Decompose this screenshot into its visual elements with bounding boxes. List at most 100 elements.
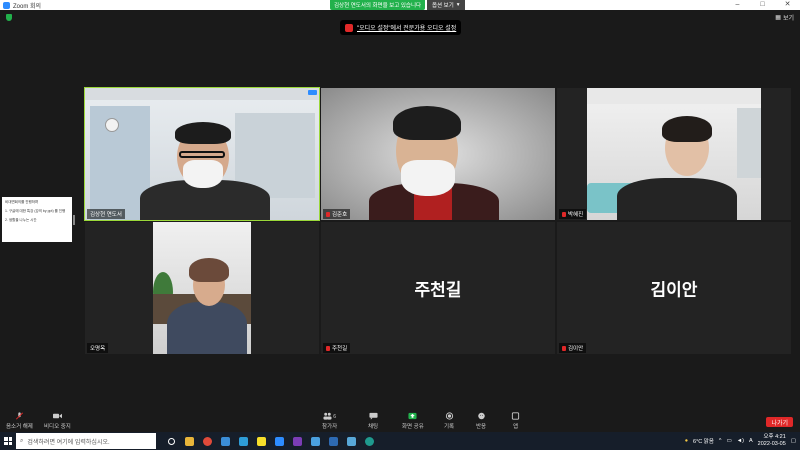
close-button[interactable]: ✕ <box>775 0 800 10</box>
participant-name-tag: 김이안 <box>559 343 587 353</box>
doc-line: 1. 구글에 대한 특강 (강의 by ppt) 를 진행 <box>5 209 66 213</box>
view-options-button[interactable]: 옵션 보기 ▾ <box>427 0 465 10</box>
participant-name: 박혜진 <box>568 212 584 218</box>
minimize-button[interactable]: – <box>725 0 750 10</box>
tool-label: 참가자 <box>322 424 338 430</box>
shared-screen-thumbnail[interactable]: 비대면회의를 진행하며 1. 구글에 대한 특강 (강의 by ppt) 를 진… <box>2 197 72 242</box>
participant-name: 김상현 연도서 <box>90 212 122 218</box>
weather-icon: ● <box>684 438 689 444</box>
record-icon <box>445 412 453 420</box>
leave-label: 나가기 <box>771 420 788 427</box>
video-tile[interactable]: 주천길 주천길 <box>321 222 555 354</box>
meeting-toolbar: 음소거 해제 비디오 중지 6 참가자 채팅 화면 공유 기록 반응 앱 <box>0 408 800 432</box>
doc-line: 2. 생활을 나누는 시간 <box>5 218 37 222</box>
leave-meeting-button[interactable]: 나가기 <box>766 417 793 427</box>
share-screen-button[interactable]: 화면 공유 <box>402 412 424 430</box>
participant-name-tag: 박혜진 <box>559 209 587 219</box>
audio-settings-link[interactable]: "오디오 설정"에서 전문가용 오디오 설정 <box>357 23 456 32</box>
video-tile[interactable]: 오명옥 <box>85 222 319 354</box>
taskbar-clock[interactable]: 오후 4:21 2022-03-05 <box>758 434 786 448</box>
screen-share-banner: 김상현 연도서의 화면을 보고 있습니다 <box>330 0 426 10</box>
tray-chevron-icon[interactable]: ^ <box>719 438 722 444</box>
kakaotalk-icon[interactable] <box>254 434 268 448</box>
participant-name: 김준호 <box>332 212 348 218</box>
share-screen-icon <box>408 412 417 420</box>
zoom-app-icon[interactable] <box>272 434 286 448</box>
apps-button[interactable]: 앱 <box>511 412 520 430</box>
participant-name: 오명옥 <box>90 346 106 352</box>
share-banner-text: 김상현 연도서의 화면을 보고 있습니다 <box>334 3 422 9</box>
search-placeholder: 검색하려면 여기에 입력하십시오. <box>27 439 110 446</box>
taskbar-search-box[interactable]: ⌕ 검색하려면 여기에 입력하십시오. <box>16 433 156 449</box>
windows-taskbar: ⌕ 검색하려면 여기에 입력하십시오. <box>0 432 800 450</box>
reaction-icon <box>477 412 485 420</box>
tool-label: 화면 공유 <box>402 424 424 430</box>
reactions-button[interactable]: 반응 <box>476 412 486 430</box>
chevron-down-icon: ▾ <box>456 2 460 8</box>
video-feed <box>85 88 319 220</box>
video-camera-icon <box>52 413 62 419</box>
video-tile[interactable]: 박혜진 <box>557 88 791 220</box>
clock-date: 2022-03-05 <box>757 441 786 447</box>
network-icon[interactable]: ▭ <box>727 438 732 444</box>
tool-label: 비디오 중지 <box>44 424 71 430</box>
video-tile[interactable]: 김이안 김이안 <box>557 222 791 354</box>
participant-name-tag: 김준호 <box>323 209 351 219</box>
hancom-icon[interactable] <box>236 434 250 448</box>
participant-name-tag: 김상현 연도서 <box>87 209 125 219</box>
window-controls: – □ ✕ <box>725 0 800 10</box>
security-shield-icon[interactable] <box>6 14 12 21</box>
chrome-icon[interactable] <box>200 434 214 448</box>
participant-name: 주천길 <box>332 346 348 352</box>
photos-icon[interactable] <box>344 434 358 448</box>
tool-label: 채팅 <box>368 424 379 430</box>
participant-display-name: 주천길 <box>414 280 462 300</box>
thumbnail-resize-handle[interactable] <box>73 215 75 225</box>
participant-name: 김이안 <box>568 346 584 352</box>
mic-muted-icon <box>562 211 566 217</box>
window-title: Zoom 회의 <box>13 3 42 10</box>
video-tile[interactable]: 김상현 연도서 <box>84 87 320 221</box>
edge-icon[interactable] <box>362 434 376 448</box>
input-language-indicator[interactable]: A <box>749 438 753 444</box>
maximize-button[interactable]: □ <box>750 0 775 10</box>
taskbar-pinned-apps <box>164 434 376 448</box>
participant-name-tag: 주천길 <box>323 343 351 353</box>
store-icon[interactable] <box>218 434 232 448</box>
notification-icon[interactable]: ▢ <box>791 438 796 444</box>
file-explorer-icon[interactable] <box>182 434 196 448</box>
unmute-button[interactable]: 음소거 해제 <box>6 412 33 430</box>
system-tray: ● 6°C 맑음 ^ ▭ ◄) A 오후 4:21 2022-03-05 ▢ <box>685 432 796 450</box>
onenote-icon[interactable] <box>290 434 304 448</box>
zoom-logo-icon <box>3 1 10 9</box>
record-button[interactable]: 기록 <box>444 412 454 430</box>
video-tile[interactable]: 김준호 <box>321 88 555 220</box>
chat-icon <box>369 412 378 420</box>
stop-video-button[interactable]: 비디오 중지 <box>44 412 71 430</box>
clock-time: 오후 4:21 <box>763 434 786 440</box>
more-options-button[interactable] <box>308 90 317 95</box>
audio-settings-tip[interactable]: "오디오 설정"에서 전문가용 오디오 설정 <box>340 20 462 35</box>
tool-label: 기록 <box>444 424 455 430</box>
participant-name-tag: 오명옥 <box>87 343 109 353</box>
apps-icon <box>511 412 520 420</box>
task-view-icon[interactable] <box>164 434 178 448</box>
participant-count: 6 <box>333 414 336 420</box>
participants-button[interactable]: 6 참가자 <box>322 412 337 430</box>
tool-label: 음소거 해제 <box>6 424 33 430</box>
volume-icon[interactable]: ◄) <box>737 438 744 444</box>
mic-muted-icon <box>326 345 330 351</box>
video-app-icon[interactable] <box>308 434 322 448</box>
mail-icon[interactable] <box>326 434 340 448</box>
tool-label: 반응 <box>476 424 487 430</box>
gallery-view-button[interactable]: ▦ 보기 <box>775 13 794 22</box>
participant-display-name: 김이안 <box>650 280 698 300</box>
alert-icon <box>345 23 353 32</box>
video-feed <box>321 88 555 220</box>
mic-muted-icon <box>15 412 23 420</box>
chat-button[interactable]: 채팅 <box>368 412 378 430</box>
weather-text[interactable]: 6°C 맑음 <box>693 437 714 445</box>
grid-icon: ▦ <box>775 15 781 21</box>
mic-muted-icon <box>326 211 330 217</box>
start-button[interactable] <box>0 432 16 450</box>
